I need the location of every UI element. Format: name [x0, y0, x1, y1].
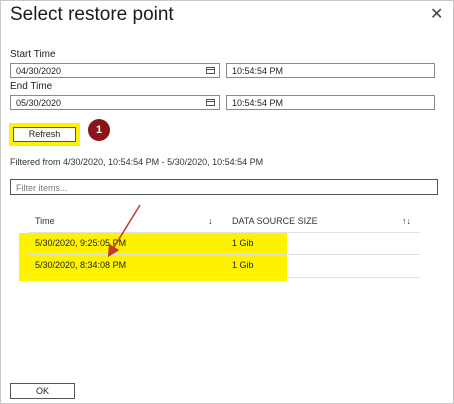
annotation-arrow — [107, 204, 141, 258]
ok-button[interactable]: OK — [10, 383, 75, 399]
